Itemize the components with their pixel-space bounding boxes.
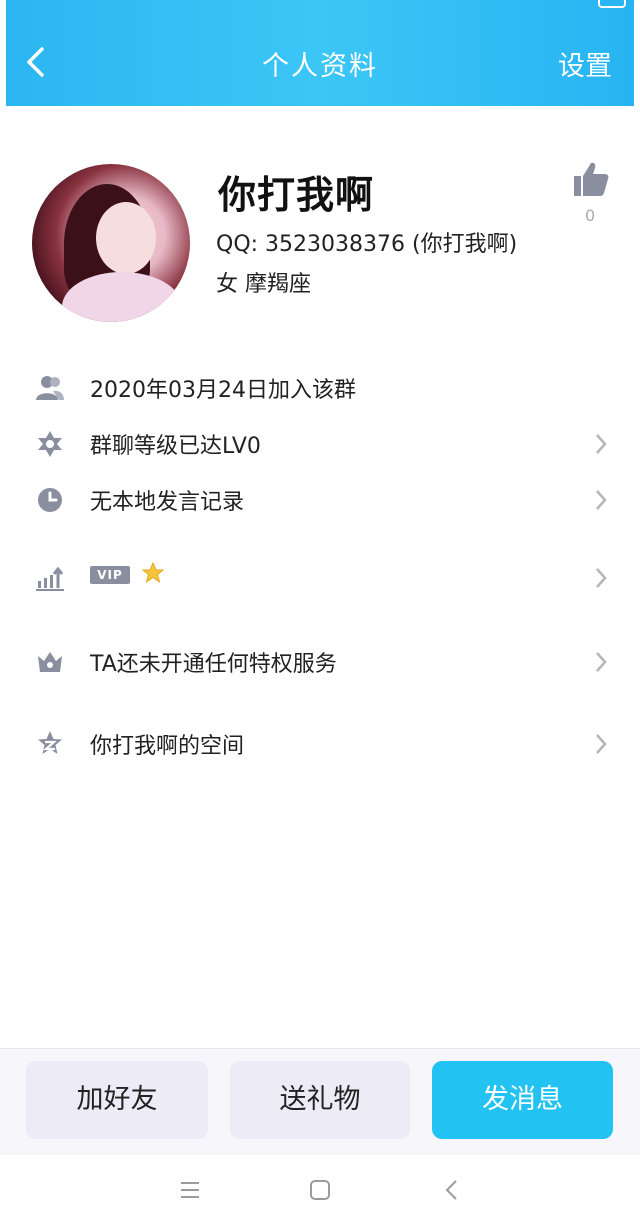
qq-number: QQ: 3523038376 (你打我啊) <box>216 232 518 257</box>
chevron-right-icon <box>596 652 607 672</box>
settings-button[interactable]: 设置 <box>558 44 612 83</box>
row-qzone[interactable]: 你打我啊的空间 <box>0 722 640 766</box>
clock-icon <box>38 488 62 512</box>
profile-details: 女 摩羯座 <box>216 272 311 297</box>
privilege-text: TA还未开通任何特权服务 <box>90 652 337 677</box>
action-bar: 加好友 送礼物 发消息 <box>0 1048 640 1155</box>
app-header: 个人资料 设置 <box>6 0 634 106</box>
send-message-button[interactable]: 发消息 <box>432 1061 613 1139</box>
row-join-date: 2020年03月24日加入该群 <box>0 366 640 410</box>
send-gift-button[interactable]: 送礼物 <box>230 1061 410 1139</box>
home-icon[interactable] <box>308 1178 332 1202</box>
group-icon <box>36 376 64 400</box>
qzone-text: 你打我啊的空间 <box>90 734 245 759</box>
chevron-right-icon <box>596 734 607 754</box>
row-group-level[interactable]: 群聊等级已达LV0 <box>0 422 640 466</box>
avatar[interactable] <box>32 164 190 322</box>
system-nav-bar <box>0 1156 640 1214</box>
vip-badge: VIP <box>90 566 130 584</box>
star-icon <box>142 562 164 584</box>
qzone-star-icon <box>38 731 62 754</box>
speech-record-text: 无本地发言记录 <box>90 490 245 515</box>
join-date-text: 2020年03月24日加入该群 <box>90 378 356 403</box>
chevron-right-icon <box>596 568 607 588</box>
row-vip[interactable]: VIP <box>0 556 640 600</box>
crown-icon <box>38 652 62 672</box>
back-nav-icon[interactable] <box>440 1178 464 1202</box>
row-privilege[interactable]: TA还未开通任何特权服务 <box>0 640 640 684</box>
chevron-right-icon <box>596 490 607 510</box>
likes-count: 0 <box>585 206 596 225</box>
add-friend-button[interactable]: 加好友 <box>26 1061 208 1139</box>
group-level-text: 群聊等级已达LV0 <box>90 434 261 459</box>
star-badge-icon <box>38 431 62 457</box>
menu-icon[interactable] <box>178 1178 202 1202</box>
chevron-right-icon <box>596 434 607 454</box>
status-bar <box>6 0 634 14</box>
thumbs-up-icon[interactable] <box>572 160 610 198</box>
profile-name: 你打我啊 <box>218 173 375 217</box>
battery-icon <box>598 0 626 8</box>
chart-icon <box>36 566 64 591</box>
page-title: 个人资料 <box>262 51 378 82</box>
row-speech-record[interactable]: 无本地发言记录 <box>0 478 640 522</box>
